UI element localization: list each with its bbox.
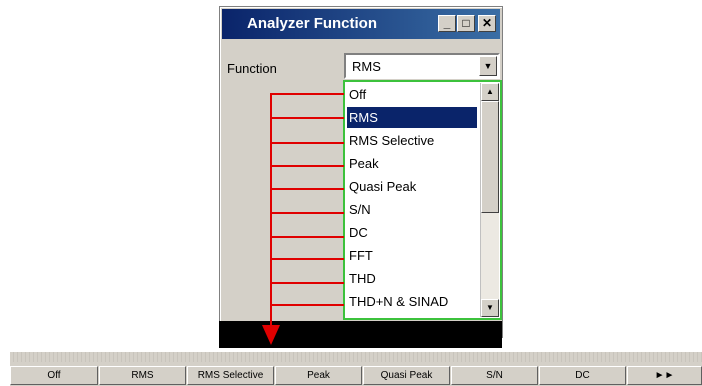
red-arrow-branch [270, 165, 344, 167]
list-item-quasi-peak[interactable]: Quasi Peak [349, 176, 416, 197]
list-item-off[interactable]: Off [349, 84, 366, 105]
list-item-dc[interactable]: DC [349, 222, 368, 243]
function-label: Function [227, 61, 277, 76]
softkey-next-page[interactable]: ►► [627, 366, 702, 385]
window-title: Analyzer Function [247, 15, 378, 32]
function-dropdown-list[interactable]: Off RMS RMS Selective Peak Quasi Peak S/… [343, 80, 502, 320]
list-item-rms-selective[interactable]: RMS Selective [349, 130, 434, 151]
scrollbar-thumb[interactable] [481, 101, 499, 213]
softkey-dc[interactable]: DC [539, 366, 626, 385]
red-arrow-vertical-line [270, 93, 272, 325]
minimize-button[interactable]: _ [438, 15, 456, 32]
red-arrow-branch [270, 212, 344, 214]
maximize-button[interactable]: □ [457, 15, 475, 32]
softkey-off[interactable]: Off [10, 366, 98, 385]
list-item-s-n[interactable]: S/N [349, 199, 371, 220]
softkey-s-n[interactable]: S/N [451, 366, 538, 385]
red-arrow-branch [270, 304, 344, 306]
red-arrow-branch [270, 93, 344, 95]
list-item-peak[interactable]: Peak [349, 153, 379, 174]
list-item-fft[interactable]: FFT [349, 245, 373, 266]
red-arrow-branch [270, 282, 344, 284]
scroll-down-button[interactable]: ▼ [481, 299, 499, 317]
red-arrow-branch [270, 258, 344, 260]
red-arrow-branch [270, 117, 344, 119]
red-arrow-branch [270, 142, 344, 144]
chevron-up-icon: ▲ [486, 87, 494, 96]
list-item-rms[interactable]: RMS [347, 107, 477, 128]
softkey-bar: Off RMS RMS Selective Peak Quasi Peak S/… [10, 351, 702, 386]
softkey-peak[interactable]: Peak [275, 366, 362, 385]
softkey-quasi-peak[interactable]: Quasi Peak [363, 366, 450, 385]
chevron-down-icon: ▼ [483, 61, 493, 71]
list-item-thd-n-sinad[interactable]: THD+N & SINAD [349, 291, 448, 312]
list-item-thd[interactable]: THD [349, 268, 376, 289]
red-arrow-branch [270, 188, 344, 190]
softkey-rms[interactable]: RMS [99, 366, 186, 385]
function-combobox[interactable]: RMS ▼ [344, 53, 500, 79]
vertical-scrollbar[interactable]: ▲ ▼ [480, 83, 499, 317]
title-bar[interactable]: Analyzer Function _ □ ✕ [222, 9, 500, 39]
scroll-up-button[interactable]: ▲ [481, 83, 499, 101]
function-value: RMS [352, 59, 381, 74]
close-button[interactable]: ✕ [478, 15, 496, 32]
chevron-down-icon: ▼ [486, 303, 494, 312]
softkey-rms-selective[interactable]: RMS Selective [187, 366, 274, 385]
red-arrow-branch [270, 236, 344, 238]
dropdown-arrow-button[interactable]: ▼ [479, 56, 497, 76]
arrow-down-icon [262, 325, 280, 345]
